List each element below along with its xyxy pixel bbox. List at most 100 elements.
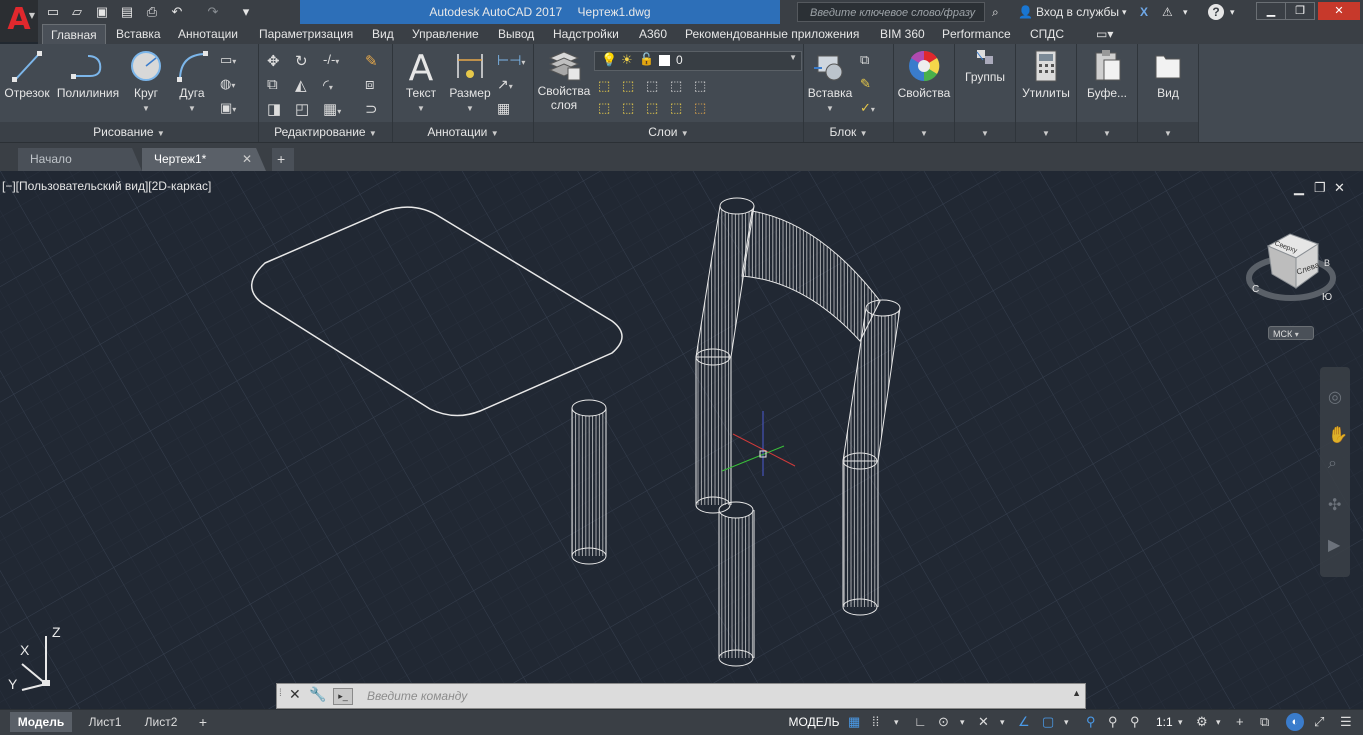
modify-panel-title[interactable]: Редактирование ▼ bbox=[259, 122, 392, 142]
ortho-icon[interactable]: ∟ bbox=[914, 714, 927, 730]
layer-tool-8-icon[interactable]: ⬚ bbox=[646, 100, 664, 118]
open-file-icon[interactable]: ▱ bbox=[68, 3, 86, 21]
linear-dim-icon[interactable]: ⊢⊣▾ bbox=[497, 52, 525, 70]
tab-a360[interactable]: A360 bbox=[639, 27, 667, 41]
maximize-button[interactable]: ❐ bbox=[1285, 2, 1315, 20]
tab-insert[interactable]: Вставка bbox=[116, 27, 161, 41]
layer-properties-button[interactable]: Свойства слоя bbox=[536, 48, 592, 112]
tab-start[interactable]: Начало bbox=[18, 148, 142, 171]
layer-tool-1-icon[interactable]: ⬚ bbox=[598, 78, 616, 96]
layers-panel-title[interactable]: Слои ▼ bbox=[534, 122, 803, 142]
workspace-dropdown-icon[interactable]: ▾ bbox=[1216, 714, 1221, 730]
cylinder-solid-2[interactable] bbox=[718, 501, 755, 667]
save-icon[interactable]: ▣ bbox=[93, 3, 111, 21]
create-block-icon[interactable]: ⧉ bbox=[860, 52, 878, 70]
properties-button[interactable]: Свойства bbox=[896, 48, 952, 100]
isodraft-dropdown-icon[interactable]: ▾ bbox=[1000, 714, 1005, 730]
edit-block-icon[interactable]: ✎ bbox=[860, 76, 878, 94]
signin-button[interactable]: Вход в службы bbox=[1036, 2, 1119, 22]
close-tab-icon[interactable]: ✕ bbox=[242, 148, 252, 171]
polyline-button[interactable]: Полилиния bbox=[55, 48, 121, 100]
utilities-expand[interactable]: ▼ bbox=[1016, 122, 1076, 142]
fullscreen-icon[interactable]: ⤢ bbox=[1314, 714, 1324, 730]
new-tab-button[interactable]: + bbox=[272, 148, 294, 171]
tab-drawing[interactable]: Чертеж1* ✕ bbox=[142, 148, 266, 171]
view-button[interactable]: Вид bbox=[1140, 48, 1196, 100]
layer-tool-3-icon[interactable]: ⬚ bbox=[646, 78, 664, 96]
edit-attributes-icon[interactable]: ✓▾ bbox=[860, 100, 878, 118]
command-line[interactable]: ⁞ ✕ 🔧 ▸_ Введите команду ▲ bbox=[276, 683, 1086, 709]
rotate-icon[interactable]: ↻ bbox=[295, 52, 313, 70]
insert-block-button[interactable]: Вставка ▼ bbox=[806, 48, 854, 114]
new-layout-button[interactable]: + bbox=[192, 712, 214, 732]
circle-button[interactable]: Круг ▼ bbox=[126, 48, 166, 114]
clipboard-expand[interactable]: ▼ bbox=[1077, 122, 1137, 142]
layout-tab-sheet1[interactable]: Лист1 bbox=[80, 712, 130, 732]
tab-view[interactable]: Вид bbox=[372, 27, 394, 41]
utilities-panel[interactable]: Утилиты ▼ bbox=[1016, 44, 1077, 142]
orbit-icon[interactable]: ✣ bbox=[1328, 495, 1341, 515]
mirror-icon[interactable]: ◭ bbox=[295, 76, 313, 94]
layer-dropdown-icon[interactable]: ▼ bbox=[789, 53, 797, 62]
command-expand-icon[interactable]: ▲ bbox=[1072, 688, 1081, 698]
circle-dropdown-icon[interactable]: ▼ bbox=[142, 104, 150, 113]
redo-icon[interactable]: ↷ bbox=[204, 3, 222, 21]
tab-parametric[interactable]: Параметризация bbox=[259, 27, 353, 41]
polar-icon[interactable]: ⊙ bbox=[938, 714, 949, 730]
trim-icon[interactable]: -/-▾ bbox=[323, 52, 341, 70]
viewport-minimize-icon[interactable]: ▁ bbox=[1294, 180, 1304, 196]
tab-performance[interactable]: Performance bbox=[942, 27, 1011, 41]
hatch-icon[interactable]: ◍▾ bbox=[220, 76, 238, 94]
tab-featured-apps[interactable]: Рекомендованные приложения bbox=[685, 27, 859, 41]
command-customize-icon[interactable]: 🔧 bbox=[309, 686, 326, 703]
command-input[interactable]: Введите команду bbox=[367, 684, 467, 708]
viewport-close-icon[interactable]: ✕ bbox=[1334, 180, 1345, 196]
steering-wheel-icon[interactable]: ◎ bbox=[1328, 387, 1342, 407]
snap-dropdown-icon[interactable]: ▾ bbox=[894, 714, 899, 730]
undo-icon[interactable]: ↶ bbox=[168, 3, 186, 21]
view-panel[interactable]: Вид ▼ bbox=[1138, 44, 1199, 142]
view-expand[interactable]: ▼ bbox=[1138, 122, 1198, 142]
arc-dropdown-icon[interactable]: ▼ bbox=[188, 104, 196, 113]
connect-icon[interactable]: ⚠ bbox=[1162, 2, 1173, 22]
annotation-scale-icon[interactable]: ⚲ bbox=[1130, 714, 1140, 730]
utilities-button[interactable]: Утилиты bbox=[1018, 48, 1074, 100]
layer-dropdown[interactable]: 💡 ☀ 🔓 0 ▼ bbox=[594, 51, 802, 71]
close-button[interactable]: ✕ bbox=[1318, 2, 1360, 20]
scale-dropdown-icon[interactable]: ▾ bbox=[1178, 714, 1183, 730]
tab-bim360[interactable]: BIM 360 bbox=[880, 27, 925, 41]
tab-addins[interactable]: Надстройки bbox=[553, 27, 619, 41]
save-as-icon[interactable]: ▤ bbox=[118, 3, 136, 21]
command-history-icon[interactable]: ▸_ bbox=[333, 688, 353, 705]
text-button[interactable]: A Текст ▼ bbox=[399, 48, 443, 114]
leader-icon[interactable]: ↗▾ bbox=[497, 76, 515, 94]
object-snap-tracking-icon[interactable]: ∠ bbox=[1018, 714, 1030, 730]
help-icon[interactable]: ? bbox=[1208, 4, 1224, 20]
groups-button[interactable]: Группы bbox=[957, 48, 1013, 84]
application-menu-button[interactable]: A ▼ bbox=[0, 0, 38, 42]
text-dropdown-icon[interactable]: ▼ bbox=[417, 104, 425, 113]
offset-icon[interactable]: ⊃ bbox=[365, 100, 383, 118]
rectangle-icon[interactable]: ▭▾ bbox=[220, 52, 238, 70]
object-snap-icon[interactable]: ▢ bbox=[1042, 714, 1054, 730]
wcs-menu[interactable]: МСК ▾ bbox=[1268, 326, 1314, 340]
explode-icon[interactable]: ⧈ bbox=[365, 76, 383, 94]
drawing-canvas[interactable] bbox=[0, 171, 1363, 711]
exchange-apps-icon[interactable]: X bbox=[1140, 2, 1148, 22]
arc-button[interactable]: Дуга ▼ bbox=[172, 48, 212, 114]
tab-spds[interactable]: СПДС bbox=[1030, 27, 1064, 41]
isodraft-icon[interactable]: ✕ bbox=[978, 714, 989, 730]
command-close-icon[interactable]: ✕ bbox=[289, 686, 301, 703]
region-icon[interactable]: ▣▾ bbox=[220, 100, 238, 118]
binoculars-icon[interactable]: ⌕ bbox=[992, 2, 999, 22]
quick-access-dropdown-icon[interactable]: ▾ bbox=[237, 3, 255, 21]
groups-expand[interactable]: ▼ bbox=[955, 122, 1015, 142]
draw-panel-title[interactable]: Рисование ▼ bbox=[0, 122, 258, 142]
isolate-objects-icon[interactable]: ◐ bbox=[1286, 713, 1304, 731]
cylinder-solid-1[interactable] bbox=[571, 399, 607, 565]
annotation-monitor-icon[interactable]: + bbox=[1236, 714, 1244, 730]
connect-dropdown-icon[interactable]: ▾ bbox=[1183, 2, 1188, 22]
tab-home[interactable]: Главная bbox=[42, 24, 106, 45]
layout-tab-model[interactable]: Модель bbox=[10, 712, 72, 732]
array-icon[interactable]: ▦▾ bbox=[323, 100, 341, 118]
